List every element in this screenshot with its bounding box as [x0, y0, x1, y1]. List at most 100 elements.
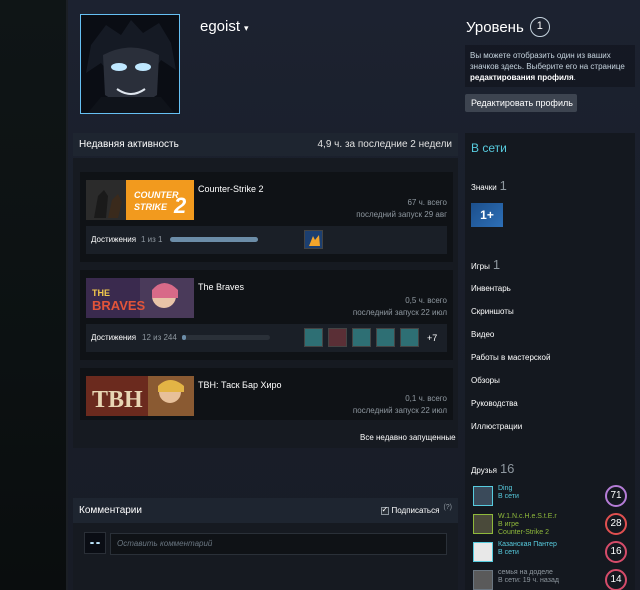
- subscribe-label: Подписаться: [391, 506, 440, 515]
- left-background: [0, 0, 68, 590]
- achievement-icon[interactable]: [352, 328, 371, 347]
- game-last-played: последний запуск 22 июл: [352, 308, 447, 317]
- friend-status: В игре: [498, 521, 519, 528]
- achievement-icon[interactable]: [328, 328, 347, 347]
- sidebar-item-screenshots[interactable]: Скриншоты: [471, 307, 514, 316]
- commenter-avatar: [84, 532, 106, 554]
- achievements-row: Достижения 12 из 244 +7: [86, 324, 447, 352]
- level-header: Уровень 1: [466, 17, 550, 37]
- game-row-cs2: COUNTER STRIKE 2 Counter-Strike 2 67 ч. …: [80, 172, 453, 262]
- friend-game: Counter-Strike 2: [498, 529, 549, 536]
- online-status: В сети: [471, 141, 507, 155]
- level-title: Уровень: [466, 18, 524, 36]
- achievement-icon[interactable]: [376, 328, 395, 347]
- sidebar-item-games[interactable]: Игры 1: [471, 257, 500, 272]
- braves-logo: THE BRAVES: [86, 278, 194, 318]
- friend-status: В сети: [498, 493, 519, 500]
- achievements-label: Достижения: [91, 333, 137, 342]
- game-capsule-braves[interactable]: THE BRAVES: [86, 278, 194, 318]
- friend-item[interactable]: Казанская Пантер В сети 16: [471, 540, 631, 564]
- friends-count: 16: [499, 461, 515, 476]
- cs2-logo: COUNTER STRIKE 2: [86, 180, 194, 220]
- sidebar-item-guides[interactable]: Руководства: [471, 399, 518, 408]
- friend-avatar: [473, 514, 493, 534]
- achievements-count: 1 из 1: [141, 235, 163, 244]
- friend-item[interactable]: W.1.N.c.H.e.S.t.E.r В игре Counter-Strik…: [471, 512, 631, 536]
- level-badge: 1: [529, 17, 550, 37]
- friend-name: Ding: [498, 485, 513, 492]
- level-description: Вы можете отобразить один из ваших значк…: [465, 45, 635, 87]
- comments-title: Комментарии: [79, 505, 142, 516]
- achievements-progress-bar: [182, 335, 270, 340]
- achievements-progress-bar: [170, 237, 258, 242]
- more-achievements-count[interactable]: +7: [427, 333, 437, 343]
- friend-name: Казанская Пантер: [498, 541, 557, 548]
- game-name[interactable]: The Braves: [198, 282, 244, 292]
- game-hours: 67 ч. всего: [407, 198, 447, 207]
- sidebar-item-label: Игры: [471, 262, 490, 271]
- achievement-icon[interactable]: [400, 328, 419, 347]
- recent-activity-header: Недавняя активность 4,9 ч. за последние …: [73, 133, 458, 156]
- sidebar-item-workshop[interactable]: Работы в мастерской: [471, 353, 550, 362]
- svg-text:BRAVES: BRAVES: [92, 298, 146, 313]
- tbh-logo: TBH: [86, 376, 194, 416]
- subscribe-checkbox[interactable]: [380, 505, 389, 515]
- svg-text:TBH: TBH: [92, 387, 143, 413]
- game-hours: 0,1 ч. всего: [405, 394, 447, 403]
- achievements-count: 12 из 244: [142, 333, 177, 342]
- recent-activity-hours: 4,9 ч. за последние 2 недели: [317, 139, 453, 150]
- svg-text:STRIKE: STRIKE: [134, 202, 168, 212]
- persona-name-text: egoist: [200, 18, 241, 35]
- friend-avatar: [473, 486, 493, 506]
- chevron-down-icon: ▾: [244, 23, 249, 33]
- svg-text:COUNTER: COUNTER: [134, 190, 179, 200]
- friend-level: 71: [605, 485, 627, 507]
- persona-name[interactable]: egoist ▾: [200, 18, 249, 35]
- game-row-braves: THE BRAVES The Braves 0,5 ч. всего после…: [80, 270, 453, 360]
- achievements-progress-fill: [182, 335, 187, 340]
- games-count: 1: [492, 257, 501, 272]
- game-capsule-cs2[interactable]: COUNTER STRIKE 2: [86, 180, 194, 220]
- edit-profile-link[interactable]: редактирования профиля: [470, 73, 574, 82]
- friend-status: В сети: 19 ч. назад: [498, 577, 559, 584]
- friend-level: 14: [605, 569, 627, 590]
- friend-avatar: [473, 570, 493, 590]
- friend-item[interactable]: семья на доделе В сети: 19 ч. назад 14: [471, 568, 631, 590]
- game-last-played: последний запуск 22 июл: [352, 406, 447, 415]
- badge-icon[interactable]: 1+: [471, 203, 503, 227]
- sidebar-item-label: Значки: [471, 183, 497, 192]
- sidebar-item-artwork[interactable]: Иллюстрации: [471, 422, 522, 431]
- subscribe-toggle[interactable]: Подписаться (?): [380, 504, 452, 515]
- friend-name: W.1.N.c.H.e.S.t.E.r: [498, 513, 557, 520]
- avatar-image: [81, 15, 179, 113]
- achievement-icon[interactable]: [304, 230, 323, 249]
- level-desc-end: .: [573, 73, 576, 82]
- help-icon[interactable]: (?): [443, 504, 452, 511]
- game-hours: 0,5 ч. всего: [405, 296, 447, 305]
- game-last-played: последний запуск 29 авг: [356, 210, 447, 219]
- friend-item[interactable]: Ding В сети 71: [471, 484, 631, 508]
- svg-text:2: 2: [173, 193, 187, 218]
- achievement-icon[interactable]: [304, 328, 323, 347]
- game-name[interactable]: TBH: Таск Бар Хиро: [198, 380, 282, 390]
- achievements-row: Достижения 1 из 1: [86, 226, 447, 254]
- sidebar-item-reviews[interactable]: Обзоры: [471, 376, 500, 385]
- sidebar-item-badges[interactable]: Значки 1: [471, 178, 507, 193]
- sidebar-item-label: Друзья: [471, 466, 497, 475]
- friend-level: 16: [605, 541, 627, 563]
- sidebar-item-friends[interactable]: Друзья 16: [471, 461, 514, 476]
- game-name[interactable]: Counter-Strike 2: [198, 184, 264, 194]
- friend-avatar: [473, 542, 493, 562]
- sidebar-item-inventory[interactable]: Инвентарь: [471, 284, 511, 293]
- profile-avatar[interactable]: [80, 14, 180, 114]
- game-row-tbh: TBH TBH: Таск Бар Хиро 0,1 ч. всего посл…: [80, 368, 453, 420]
- comment-input[interactable]: Оставить комментарий: [110, 533, 447, 555]
- achievements-progress-fill: [170, 237, 258, 242]
- edit-profile-button[interactable]: Редактировать профиль: [465, 94, 577, 112]
- game-capsule-tbh[interactable]: TBH: [86, 376, 194, 416]
- all-recent-games-link[interactable]: Все недавно запущенные: [360, 433, 456, 442]
- comments-header: Комментарии Подписаться (?): [73, 498, 458, 523]
- level-desc-text: Вы можете отобразить один из ваших значк…: [470, 51, 625, 71]
- sidebar-item-video[interactable]: Видео: [471, 330, 494, 339]
- achievements-label: Достижения: [91, 235, 137, 244]
